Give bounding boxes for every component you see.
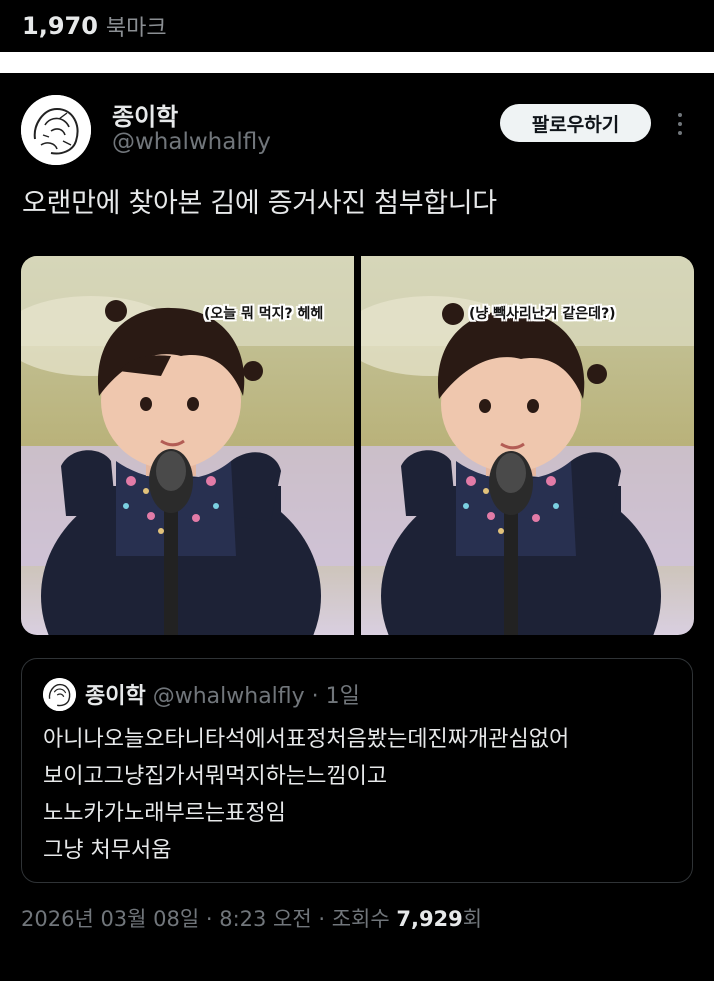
tweet-text: 오랜만에 찾아본 김에 증거사진 첨부합니다 [22,188,497,219]
media-photo-1[interactable]: (오늘 뭐 먹지? 헤헤 [21,256,354,635]
author-name[interactable]: 종이학 [112,97,178,132]
quoted-line: 보이고그냥집가서뭐먹지하는느낌이고 [43,764,388,789]
quoted-tweet[interactable]: 종이학 @whalwhalfly · 1일 아니나오늘오타니타석에서표정처음봤는… [21,658,693,883]
quoted-text: 아니나오늘오타니타석에서표정처음봤는데진짜개관심없어 보이고그냥집가서뭐먹지하는… [43,721,569,869]
quoted-line: 아니나오늘오타니타석에서표정처음봤는데진짜개관심없어 [43,727,570,752]
quoted-header: 종이학 @whalwhalfly · 1일 [85,678,360,710]
tweet-meta: 2026년 03월 08일 · 8:23 오전 · 조회수 7,929회 [21,903,482,933]
bookmark-count: 1,970 [22,12,98,40]
media-caption-1: (오늘 뭐 먹지? 헤헤 [204,306,324,322]
media-caption-2: (냥 빽사리난거 같은데?) [469,306,616,322]
media-photo-2[interactable]: (냥 빽사리난거 같은데?) [361,256,694,635]
quoted-line: 그냥 처무서움 [43,838,172,863]
quoted-handle-time: @whalwhalfly · 1일 [152,684,360,709]
author-avatar[interactable] [21,95,91,165]
quoted-line: 노노카가노래부르는표정임 [43,801,286,826]
tweet: 종이학 @whalwhalfly 팔로우하기 오랜만에 찾아본 김에 증거사진 … [0,73,714,981]
media-grid: (오늘 뭐 먹지? 헤헤 (냥 빽사리난거 같은데?) [21,256,694,635]
more-dots-icon[interactable] [670,107,690,141]
tweet-timestamp[interactable]: 2026년 03월 08일 · 8:23 오전 · 조회수 [21,907,396,931]
avatar-sketch-icon [43,678,76,711]
follow-button[interactable]: 팔로우하기 [500,104,651,142]
avatar-sketch-icon [21,95,91,165]
view-count: 7,929 [396,907,463,931]
section-divider [0,52,714,73]
quoted-author-avatar [43,678,76,711]
quoted-author-name: 종이학 [85,684,146,709]
bookmark-bar: 1,970 북마크 [0,0,714,52]
bookmark-label: 북마크 [105,16,167,41]
author-handle[interactable]: @whalwhalfly [112,129,271,155]
view-suffix: 회 [462,907,483,931]
